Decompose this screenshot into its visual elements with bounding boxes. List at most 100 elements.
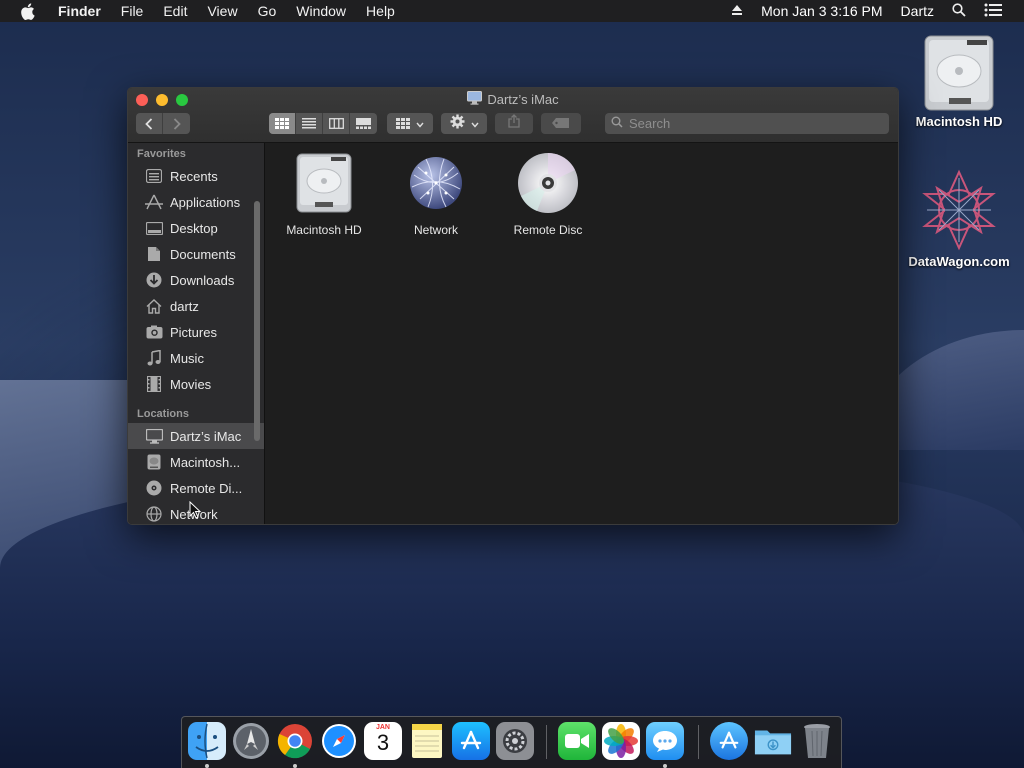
disc-icon [145, 479, 163, 497]
sidebar-item-music[interactable]: Music [128, 345, 264, 371]
column-view-button[interactable] [323, 113, 350, 134]
chevron-down-icon [470, 115, 479, 133]
sidebar-section-favorites: Favorites [137, 148, 186, 160]
sidebar-item-label: Pictures [170, 324, 217, 340]
app-store-dock-icon[interactable] [452, 722, 490, 760]
chevron-down-icon [416, 115, 424, 133]
menu-edit[interactable]: Edit [153, 3, 197, 19]
sidebar-item-home[interactable]: dartz [128, 293, 264, 319]
imac-icon [145, 427, 163, 445]
sidebar-item-applications[interactable]: Applications [128, 189, 264, 215]
spotlight-search-icon[interactable] [952, 2, 966, 20]
sidebar-item-macintosh-hd[interactable]: Macintosh... [128, 449, 264, 475]
music-icon [145, 349, 163, 367]
sidebar-item-downloads[interactable]: Downloads [128, 267, 264, 293]
search-input[interactable] [627, 115, 871, 132]
window-title: Dartz’s iMac [128, 91, 898, 108]
applications-icon [145, 193, 163, 211]
sidebar-section-locations: Locations [137, 408, 189, 420]
home-icon [145, 297, 163, 315]
sidebar-item-label: Downloads [170, 272, 235, 288]
menu-help[interactable]: Help [356, 3, 405, 19]
grid-item-remote-disc[interactable]: Remote Disc [493, 151, 603, 237]
desktop-item-datawagon[interactable]: DataWagon.com [904, 166, 1014, 269]
desktop-icon [145, 219, 163, 237]
facetime-dock-icon[interactable] [558, 722, 596, 760]
notification-center-icon[interactable] [984, 3, 1002, 20]
imac-icon [467, 91, 483, 108]
apple-menu-icon[interactable] [20, 2, 36, 20]
launchpad-dock-icon[interactable] [232, 722, 270, 760]
photos-dock-icon[interactable] [602, 722, 640, 760]
sidebar-item-label: Dartz’s iMac [170, 428, 242, 444]
menu-file[interactable]: File [111, 3, 154, 19]
trash-dock-icon[interactable] [798, 722, 836, 760]
pictures-icon [145, 323, 163, 341]
search-field[interactable] [605, 113, 889, 134]
sidebar-item-label: dartz [170, 298, 199, 314]
notes-dock-icon[interactable] [408, 722, 446, 760]
menu-go[interactable]: Go [248, 3, 287, 19]
movies-icon [145, 375, 163, 393]
action-menu-button[interactable] [441, 113, 487, 134]
chrome-dock-icon[interactable] [276, 722, 314, 760]
gear-icon [450, 114, 465, 134]
share-button[interactable] [495, 113, 533, 134]
network-globe-icon [381, 151, 491, 215]
menu-view[interactable]: View [197, 3, 247, 19]
mouse-cursor-icon [189, 500, 202, 524]
list-view-button[interactable] [296, 113, 323, 134]
grid-item-network[interactable]: Network [381, 151, 491, 237]
sidebar-item-desktop[interactable]: Desktop [128, 215, 264, 241]
sidebar-item-remote-disc[interactable]: Remote Di... [128, 475, 264, 501]
file-browser-area[interactable]: Macintosh HD Network Remote Disc [265, 143, 898, 524]
share-icon [508, 114, 520, 133]
documents-icon [145, 245, 163, 263]
grid-item-macintosh-hd[interactable]: Macintosh HD [269, 151, 379, 237]
menu-bar: Finder File Edit View Go Window Help Mon… [0, 0, 1024, 22]
finder-dock-icon[interactable] [188, 722, 226, 760]
menu-user[interactable]: Dartz [901, 3, 934, 19]
sidebar-item-recents[interactable]: Recents [128, 163, 264, 189]
sidebar-item-label: Desktop [170, 220, 218, 236]
app-store-downloads-dock-icon[interactable] [710, 722, 748, 760]
grid-item-label: Network [413, 223, 458, 237]
forward-button[interactable] [163, 113, 190, 134]
icon-view-button[interactable] [269, 113, 296, 134]
downloads-folder-dock-icon[interactable] [754, 722, 792, 760]
system-preferences-dock-icon[interactable] [496, 722, 534, 760]
network-icon [145, 505, 163, 523]
window-titlebar[interactable]: Dartz’s iMac [128, 88, 898, 143]
desktop-item-label: DataWagon.com [908, 254, 1010, 269]
sidebar-item-movies[interactable]: Movies [128, 371, 264, 397]
calendar-day: 3 [376, 730, 390, 755]
sidebar-item-label: Applications [170, 194, 241, 210]
sidebar-scrollbar[interactable] [254, 201, 260, 441]
sidebar-item-documents[interactable]: Documents [128, 241, 264, 267]
search-icon [611, 116, 623, 131]
hard-drive-icon [145, 453, 163, 471]
sidebar-item-label: Macintosh... [170, 454, 241, 470]
desktop-item-macintosh-hd[interactable]: Macintosh HD [904, 32, 1014, 129]
tags-button[interactable] [541, 113, 581, 134]
eject-icon[interactable] [731, 3, 743, 19]
sidebar-item-label: Documents [170, 246, 236, 262]
group-by-button[interactable] [387, 113, 433, 134]
menu-clock[interactable]: Mon Jan 3 3:16 PM [761, 3, 882, 19]
dock-separator [546, 725, 547, 759]
desktop-item-label: Macintosh HD [915, 114, 1003, 129]
sidebar-item-pictures[interactable]: Pictures [128, 319, 264, 345]
menu-app-name[interactable]: Finder [48, 3, 111, 19]
remote-disc-icon [493, 151, 603, 215]
messages-dock-icon[interactable] [646, 722, 684, 760]
sidebar-item-imac[interactable]: Dartz’s iMac [128, 423, 264, 449]
datawagon-icon [904, 166, 1014, 254]
back-button[interactable] [136, 113, 163, 134]
calendar-dock-icon[interactable]: JAN 3 [364, 722, 402, 760]
menu-window[interactable]: Window [286, 3, 356, 19]
safari-dock-icon[interactable] [320, 722, 358, 760]
gallery-view-button[interactable] [350, 113, 377, 134]
finder-window: Dartz’s iMac Search Favorites Recents Ap… [127, 87, 899, 525]
hard-drive-icon [904, 32, 1014, 114]
sidebar-item-label: Movies [170, 376, 212, 392]
